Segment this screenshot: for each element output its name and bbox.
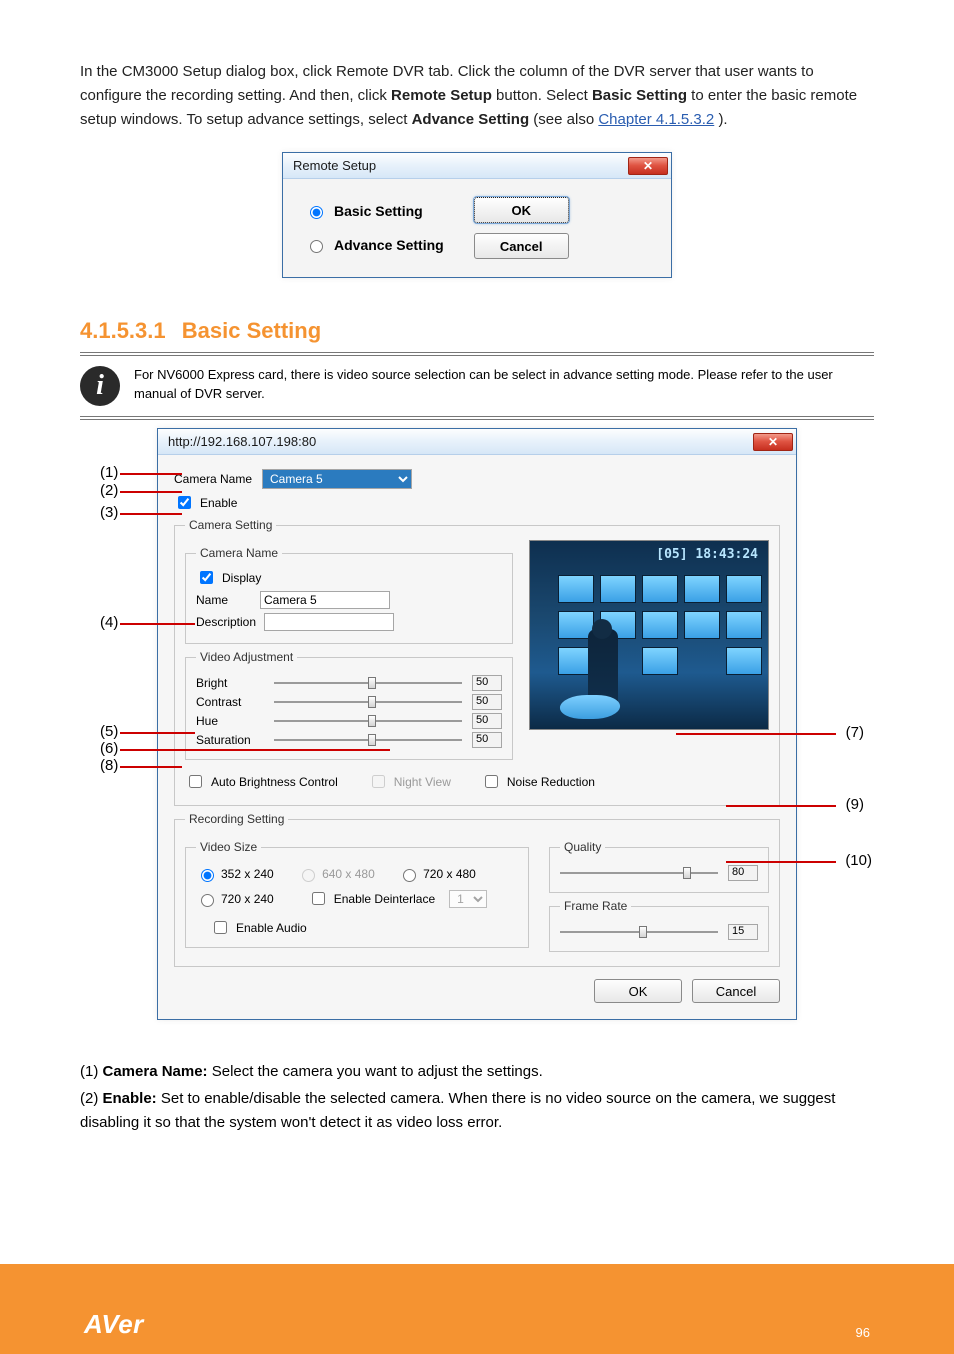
callout-6: (6) <box>100 740 118 757</box>
description-label: Description <box>196 615 256 629</box>
auto-brightness-label: Auto Brightness Control <box>211 775 338 789</box>
size-640-radio <box>302 869 315 882</box>
callout-5: (5) <box>100 723 118 740</box>
video-adjustment-legend: Video Adjustment <box>196 650 297 664</box>
description-input[interactable] <box>264 613 394 631</box>
enable-checkbox[interactable] <box>178 496 191 509</box>
video-adjustment-fieldset: Video Adjustment Bright 50 Contrast 50 <box>185 650 513 760</box>
deinterlace-label: Enable Deinterlace <box>334 892 435 906</box>
deinterlace-select: 1 <box>449 890 487 908</box>
noise-reduction-label: Noise Reduction <box>507 775 595 789</box>
display-checkbox[interactable] <box>200 571 213 584</box>
contrast-label: Contrast <box>196 695 264 709</box>
size-720-480-radio[interactable] <box>403 869 416 882</box>
desc-1: (1) Camera Name: Select the camera you w… <box>80 1060 874 1083</box>
camera-name-legend: Camera Name <box>196 546 282 560</box>
footer-logo: AVer <box>84 1309 144 1340</box>
saturation-label: Saturation <box>196 733 264 747</box>
auto-brightness-checkbox[interactable] <box>189 775 202 788</box>
basic-setting-radio[interactable] <box>310 206 323 219</box>
callout-1: (1) <box>100 464 118 481</box>
basic-setting-dialog: http://192.168.107.198:80 ✕ Camera Name … <box>157 428 797 1020</box>
camera-preview: [05] 18:43:24 <box>529 540 769 730</box>
bright-label: Bright <box>196 676 264 690</box>
dialog-ok-button[interactable]: OK <box>594 979 682 1003</box>
basic-setting-label: Basic Setting <box>334 203 423 219</box>
frame-rate-value: 15 <box>728 924 758 940</box>
frame-rate-slider[interactable] <box>560 929 718 935</box>
callout-7: (7) <box>846 724 864 741</box>
callout-2: (2) <box>100 482 118 499</box>
saturation-slider[interactable] <box>274 737 462 743</box>
callout-4: (4) <box>100 614 118 631</box>
remote-setup-title: Remote Setup <box>293 158 628 173</box>
info-icon: i <box>80 366 120 406</box>
enable-audio-checkbox[interactable] <box>214 921 227 934</box>
hue-label: Hue <box>196 714 264 728</box>
recording-setting-legend: Recording Setting <box>185 812 288 826</box>
cancel-button[interactable]: Cancel <box>474 233 569 259</box>
preview-overlay-text: [05] 18:43:24 <box>656 547 758 562</box>
dialog-url-title: http://192.168.107.198:80 <box>168 434 753 449</box>
enable-audio-label: Enable Audio <box>236 921 307 935</box>
contrast-slider[interactable] <box>274 699 462 705</box>
ok-button[interactable]: OK <box>474 197 569 223</box>
dialog-cancel-button[interactable]: Cancel <box>692 979 780 1003</box>
name-input[interactable] <box>260 591 390 609</box>
night-view-checkbox <box>372 775 385 788</box>
quality-slider[interactable] <box>560 870 718 876</box>
bright-value: 50 <box>472 675 502 691</box>
camera-name-label: Camera Name <box>174 472 254 486</box>
saturation-value: 50 <box>472 732 502 748</box>
intro-remote-setup: Remote Setup <box>391 87 492 104</box>
night-view-label: Night View <box>394 775 451 789</box>
noise-reduction-checkbox[interactable] <box>485 775 498 788</box>
info-text: For NV6000 Express card, there is video … <box>134 366 870 404</box>
remote-setup-dialog: Remote Setup ✕ Basic Setting Advance Set… <box>282 152 672 278</box>
camera-setting-fieldset: Camera Setting Camera Name Display Name <box>174 518 780 806</box>
quality-fieldset: Quality 80 <box>549 840 769 893</box>
deinterlace-checkbox[interactable] <box>312 892 325 905</box>
size-720-240-radio[interactable] <box>201 894 214 907</box>
recording-setting-fieldset: Recording Setting Video Size 352 x 240 6… <box>174 812 780 967</box>
intro-paragraph: In the CM3000 Setup dialog box, click Re… <box>80 60 874 132</box>
camera-setting-legend: Camera Setting <box>185 518 276 532</box>
camera-name-fieldset: Camera Name Display Name <box>185 546 513 644</box>
video-size-fieldset: Video Size 352 x 240 640 x 480 720 x 480… <box>185 840 529 948</box>
name-label: Name <box>196 593 252 607</box>
enable-label: Enable <box>200 496 237 510</box>
close-icon[interactable]: ✕ <box>753 433 793 451</box>
advance-setting-radio[interactable] <box>310 240 323 253</box>
hue-slider[interactable] <box>274 718 462 724</box>
close-icon[interactable]: ✕ <box>628 157 668 175</box>
hue-value: 50 <box>472 713 502 729</box>
advance-setting-label: Advance Setting <box>334 237 444 253</box>
frame-rate-fieldset: Frame Rate 15 <box>549 899 769 952</box>
callout-9: (9) <box>846 796 864 813</box>
footer-page-number: 96 <box>856 1325 870 1340</box>
bright-slider[interactable] <box>274 680 462 686</box>
page-footer: AVer 96 <box>0 1264 954 1354</box>
desc-2: (2) Enable: Set to enable/disable the se… <box>80 1087 874 1134</box>
video-size-legend: Video Size <box>196 840 261 854</box>
section-heading: 4.1.5.3.1 Basic Setting <box>80 318 874 344</box>
size-352-radio[interactable] <box>201 869 214 882</box>
quality-legend: Quality <box>560 840 605 854</box>
callout-10: (10) <box>845 852 872 869</box>
quality-value: 80 <box>728 865 758 881</box>
camera-name-select[interactable]: Camera 5 <box>262 469 412 489</box>
info-banner: i For NV6000 Express card, there is vide… <box>80 352 874 420</box>
chapter-link[interactable]: Chapter 4.1.5.3.2 <box>598 111 714 128</box>
callout-3: (3) <box>100 504 118 521</box>
contrast-value: 50 <box>472 694 502 710</box>
frame-rate-legend: Frame Rate <box>560 899 631 913</box>
callout-8: (8) <box>100 757 118 774</box>
display-label: Display <box>222 571 261 585</box>
